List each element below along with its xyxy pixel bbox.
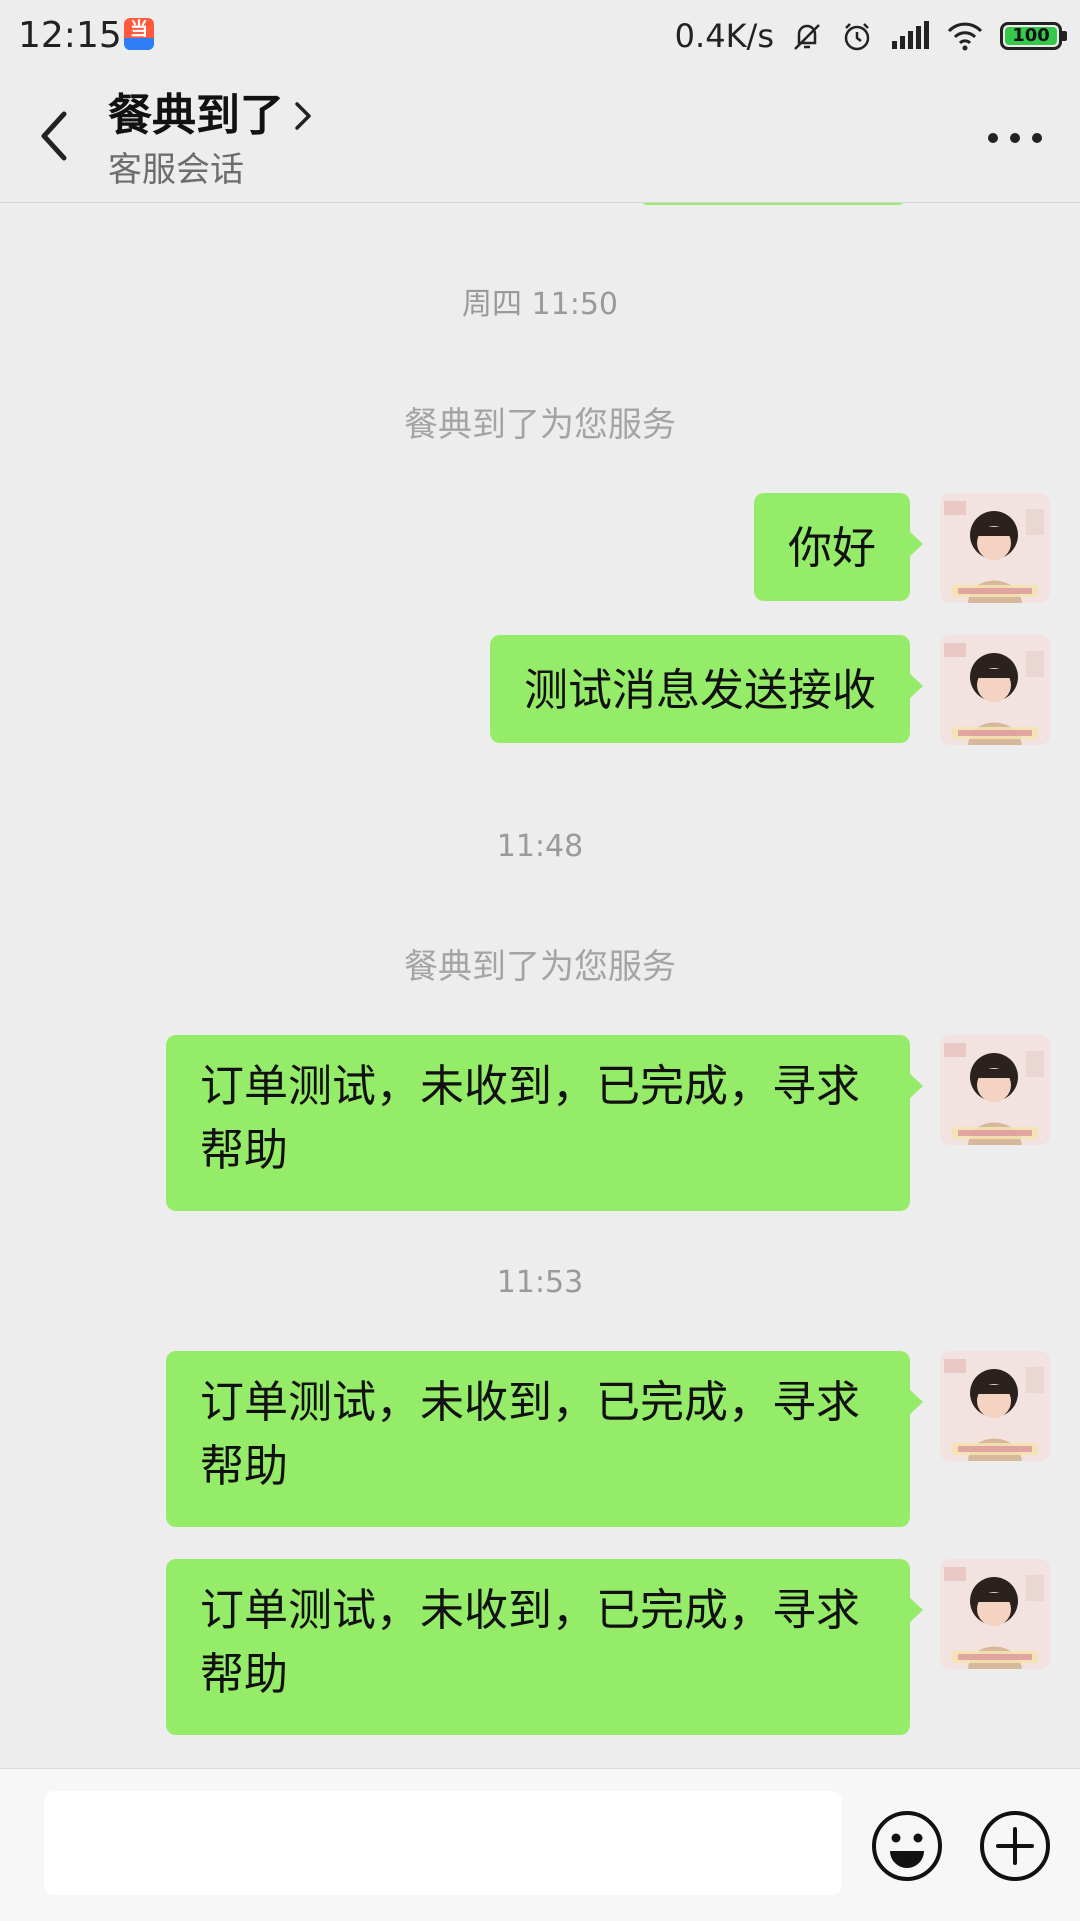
status-bar: 12:15 当 0.4K/s 100 — [0, 0, 1080, 72]
battery-level: 100 — [1012, 25, 1050, 46]
battery-icon: 100 — [1000, 22, 1067, 50]
user-avatar[interactable] — [940, 493, 1050, 603]
avatar-image — [940, 493, 1050, 603]
system-message: 餐典到了为您服务 — [404, 405, 676, 445]
mute-bell-icon — [794, 24, 820, 50]
signal-icon — [892, 21, 929, 49]
user-avatar[interactable] — [940, 1035, 1050, 1145]
sent-message-bubble[interactable]: 订单测试，未收到，已完成，寻求帮助 — [166, 1035, 923, 1211]
sent-message-row: 订单测试，未收到，已完成，寻求帮助 — [166, 1035, 1050, 1211]
app-notification-icon: 当 — [124, 18, 154, 50]
message-input[interactable] — [44, 1791, 842, 1895]
message-timestamp: 11:53 — [496, 1265, 584, 1300]
chat-title-text: 餐典到了 — [108, 90, 284, 141]
sent-message-bubble[interactable]: 订单测试，未收到，已完成，寻求帮助 — [166, 1559, 923, 1735]
system-message: 餐典到了为您服务 — [404, 947, 676, 987]
sent-message-bubble[interactable]: 测试消息发送接收 — [490, 635, 923, 743]
sent-message-bubble[interactable]: 你好 — [754, 493, 923, 601]
avatar-image — [940, 635, 1050, 745]
chat-header: 餐典到了 客服会话 — [0, 72, 1080, 203]
sent-message-bubble[interactable]: 订单测试，未收到，已完成，寻求帮助 — [166, 1351, 923, 1527]
user-avatar[interactable] — [940, 1351, 1050, 1461]
user-avatar[interactable] — [940, 1559, 1050, 1669]
add-button[interactable] — [978, 1809, 1052, 1883]
message-list[interactable]: 周四 11:50 餐典到了为您服务 你好 测试消息发送接收 11:48 餐典到了… — [0, 203, 1080, 1768]
previous-message-bubble — [640, 203, 906, 205]
message-timestamp: 11:48 — [496, 829, 584, 864]
status-icons: 0.4K/s 100 — [674, 14, 1067, 58]
emoji-button[interactable] — [870, 1809, 944, 1883]
sent-message-row: 订单测试，未收到，已完成，寻求帮助 — [166, 1351, 1050, 1527]
dot-icon — [1010, 133, 1020, 143]
sent-message-row: 订单测试，未收到，已完成，寻求帮助 — [166, 1559, 1050, 1735]
wifi-icon — [947, 22, 983, 51]
status-time: 12:15 — [18, 15, 122, 56]
network-speed: 0.4K/s — [674, 17, 774, 55]
avatar-image — [940, 1035, 1050, 1145]
user-avatar[interactable] — [940, 635, 1050, 745]
message-timestamp: 周四 11:50 — [462, 287, 618, 322]
sent-message-row: 测试消息发送接收 — [490, 635, 1050, 745]
message-input-bar — [0, 1768, 1080, 1921]
chevron-right-icon — [295, 102, 311, 130]
dot-icon — [988, 133, 998, 143]
dot-icon — [1032, 133, 1042, 143]
avatar-image — [940, 1559, 1050, 1669]
avatar-image — [940, 1351, 1050, 1461]
sent-message-row: 你好 — [754, 493, 1050, 603]
back-button[interactable] — [30, 104, 80, 168]
more-options-button[interactable] — [988, 118, 1042, 158]
chat-title[interactable]: 餐典到了 — [108, 88, 314, 144]
chat-subtitle: 客服会话 — [108, 150, 244, 190]
alarm-icon — [844, 23, 870, 51]
